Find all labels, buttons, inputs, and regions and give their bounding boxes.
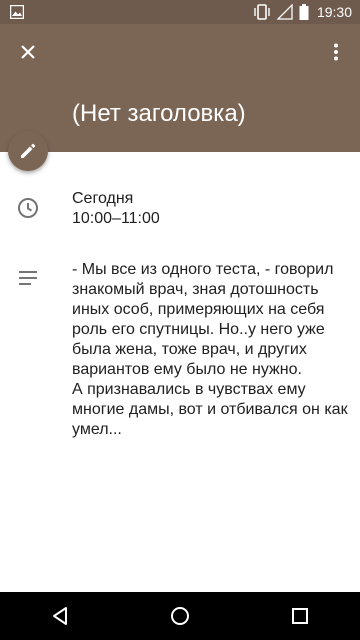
event-time-row: Сегодня 10:00–11:00 <box>0 186 360 232</box>
status-bar: 19:30 <box>0 0 360 24</box>
event-description: - Мы все из одного теста, - говорил знак… <box>72 261 348 438</box>
recents-icon <box>292 608 308 624</box>
status-icons: 19:30 <box>253 0 352 24</box>
overflow-menu-button[interactable] <box>324 36 348 68</box>
event-time-range: 10:00–11:00 <box>72 210 160 227</box>
notes-icon <box>19 271 37 285</box>
event-description-row: - Мы все из одного теста, - говорил знак… <box>0 258 360 448</box>
navigation-bar <box>0 592 360 640</box>
event-day: Сегодня <box>72 190 134 207</box>
more-vert-icon <box>334 43 338 61</box>
event-title: (Нет заголовка) <box>72 100 246 127</box>
signal-icon <box>276 4 293 20</box>
status-time: 19:30 <box>316 4 352 20</box>
event-header: (Нет заголовка) <box>0 24 360 152</box>
vibrate-icon <box>254 4 270 20</box>
event-time: Сегодня 10:00–11:00 <box>72 189 352 229</box>
edit-button[interactable] <box>8 131 48 171</box>
back-icon <box>53 607 67 625</box>
battery-icon <box>299 4 309 20</box>
image-notification-icon <box>10 5 24 19</box>
nav-recents-button[interactable] <box>276 592 324 640</box>
pencil-icon <box>21 143 36 158</box>
close-button[interactable] <box>12 36 44 68</box>
home-icon <box>171 607 189 625</box>
nav-back-button[interactable] <box>36 592 84 640</box>
event-detail-screen: 19:30 (Нет заголовка) Сегодня 10:00–11:0… <box>0 0 360 640</box>
nav-home-button[interactable] <box>156 592 204 640</box>
clock-icon <box>18 198 38 218</box>
close-icon <box>21 45 35 59</box>
